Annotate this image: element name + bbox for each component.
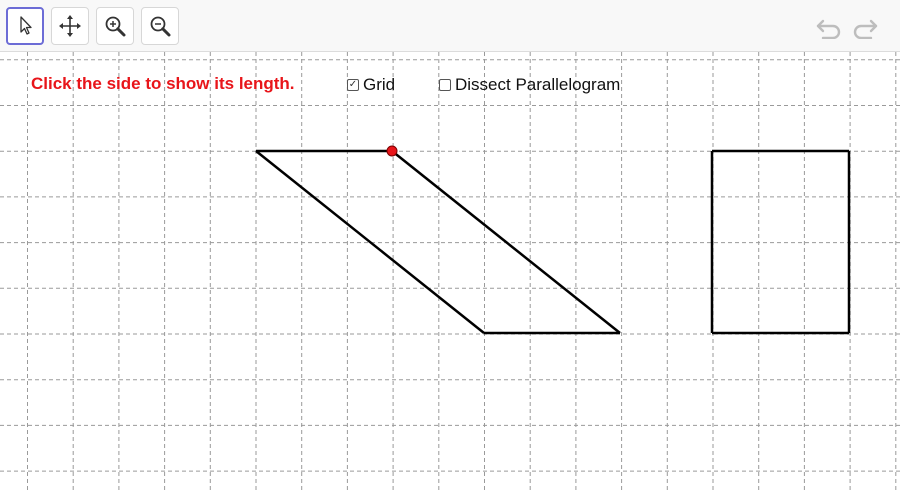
move-tool-button[interactable] [6,7,44,45]
geogebra-app: Click the side to show its length. ✓ Gri… [0,0,900,491]
zoom-out-button[interactable] [141,7,179,45]
grid-checkbox[interactable]: ✓ Grid [347,75,395,95]
undo-button[interactable] [814,12,844,42]
parallelogram-side-right[interactable] [391,150,621,334]
parallelogram-side-left[interactable] [255,150,485,334]
dissect-checkbox-box[interactable] [439,79,451,91]
grid [0,52,900,491]
zoom-in-icon [105,16,126,37]
zoom-in-button[interactable] [96,7,134,45]
redo-button[interactable] [850,12,880,42]
move-arrows-icon [59,15,81,37]
check-mark-icon: ✓ [348,79,358,90]
grid-checkbox-label: Grid [363,75,396,94]
draggable-vertex-point[interactable] [386,145,398,157]
toolbar [0,0,900,52]
graphics-view[interactable] [0,52,900,491]
dissect-parallelogram-checkbox[interactable]: Dissect Parallelogram [439,75,620,95]
arrow-pointer-icon [20,16,32,35]
grid-checkbox-box[interactable]: ✓ [347,79,359,91]
move-graphics-view-button[interactable] [51,7,89,45]
dissect-checkbox-label: Dissect Parallelogram [455,75,621,94]
undo-icon [816,19,841,39]
instruction-text: Click the side to show its length. [31,74,295,93]
redo-icon [853,19,878,39]
zoom-out-icon [150,16,171,37]
